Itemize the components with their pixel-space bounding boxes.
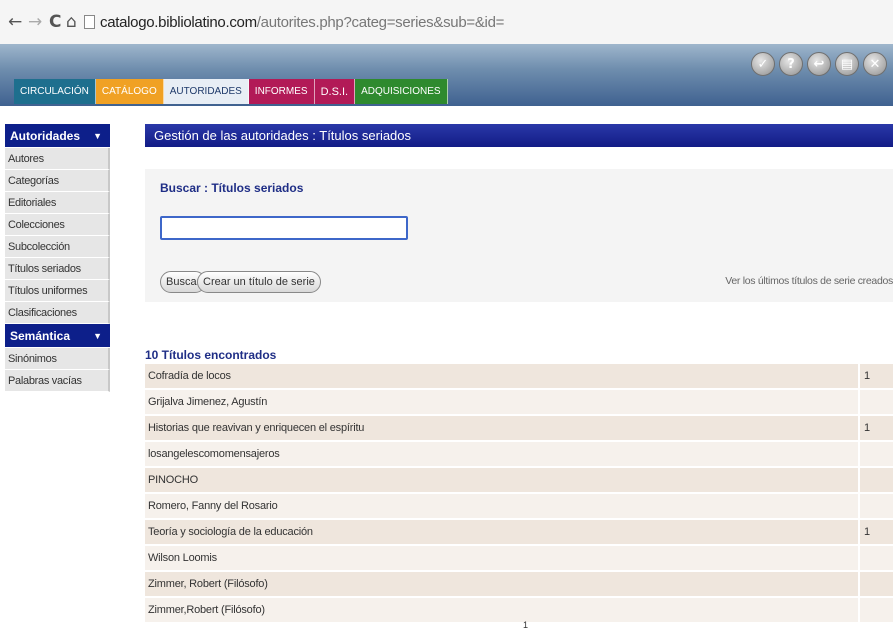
crear-titulo-serie-button[interactable]: Crear un título de serie (197, 271, 321, 293)
sidebar-section-label: Autoridades (10, 128, 81, 143)
document-icon[interactable]: ▤ (835, 52, 859, 76)
tab-informes[interactable]: Informes (248, 79, 315, 104)
search-panel: Buscar : Títulos seriados Buscar Crear u… (145, 169, 893, 302)
back-icon[interactable]: ↩ (807, 52, 831, 76)
table-row[interactable]: Historias que reavivan y enriquecen el e… (145, 416, 893, 442)
table-row[interactable]: Zimmer,Robert (Filósofo) (145, 598, 893, 624)
tab-adquisiciones[interactable]: Adquisiciones (355, 79, 448, 104)
last-created-link[interactable]: Ver los últimos títulos de serie creados (725, 275, 893, 287)
tab-autoridades[interactable]: Autoridades (163, 79, 249, 104)
sidebar-item-titulos-uniformes[interactable]: Títulos uniformes (5, 280, 110, 302)
result-count (858, 468, 893, 492)
back-arrow-icon[interactable]: ← (8, 12, 22, 32)
sidebar-item-colecciones[interactable]: Colecciones (5, 214, 110, 236)
table-row[interactable]: PINOCHO (145, 468, 893, 494)
tab-dsi[interactable]: D.S.I. (314, 79, 356, 104)
header-icons: ✓ ? ↩ ▤ ✕ (751, 52, 887, 76)
browser-toolbar: ← → C ⌂ catalogo.bibliolatino.com/autori… (0, 0, 893, 45)
tab-catalogo[interactable]: Catálogo (95, 79, 164, 104)
result-count (858, 442, 893, 466)
result-name[interactable]: Historias que reavivan y enriquecen el e… (145, 422, 858, 434)
result-name[interactable]: Zimmer, Robert (Filósofo) (145, 578, 858, 590)
home-icon[interactable]: ⌂ (66, 12, 77, 32)
sidebar-item-clasificaciones[interactable]: Clasificaciones (5, 302, 110, 324)
sidebar-item-categorias[interactable]: Categorías (5, 170, 110, 192)
result-count (858, 598, 893, 622)
search-input[interactable] (160, 216, 408, 240)
result-name[interactable]: Romero, Fanny del Rosario (145, 500, 858, 512)
result-name[interactable]: Cofradía de locos (145, 370, 858, 382)
sidebar-item-editoriales[interactable]: Editoriales (5, 192, 110, 214)
result-count: 1 (858, 364, 893, 388)
result-name[interactable]: PINOCHO (145, 474, 858, 486)
address-bar[interactable]: catalogo.bibliolatino.com/autorites.php?… (100, 14, 504, 31)
result-count: 1 (858, 520, 893, 544)
table-row[interactable]: Grijalva Jimenez, Agustín (145, 390, 893, 416)
chevron-down-icon: ▼ (93, 130, 102, 141)
table-row[interactable]: Cofradía de locos 1 (145, 364, 893, 390)
result-name[interactable]: Teoría y sociología de la educación (145, 526, 858, 538)
result-count (858, 390, 893, 414)
results-count: 10 Títulos encontrados (145, 348, 277, 362)
table-row[interactable]: Wilson Loomis (145, 546, 893, 572)
help-icon[interactable]: ? (779, 52, 803, 76)
sidebar-item-subcoleccion[interactable]: Subcolección (5, 236, 110, 258)
sidebar-item-sinonimos[interactable]: Sinónimos (5, 348, 110, 370)
table-row[interactable]: Teoría y sociología de la educación 1 (145, 520, 893, 546)
url-path: /autorites.php?categ=series&sub=&id= (256, 14, 505, 31)
sidebar-item-palabras-vacias[interactable]: Palabras vacías (5, 370, 110, 392)
check-icon[interactable]: ✓ (751, 52, 775, 76)
main-content: Gestión de las autoridades : Títulos ser… (145, 124, 893, 624)
close-icon[interactable]: ✕ (863, 52, 887, 76)
forward-arrow-icon[interactable]: → (28, 12, 42, 32)
chevron-down-icon: ▼ (93, 330, 102, 341)
app-header: Circulación Catálogo Autoridades Informe… (0, 44, 893, 106)
table-row[interactable]: Zimmer, Robert (Filósofo) (145, 572, 893, 598)
result-name[interactable]: Wilson Loomis (145, 552, 858, 564)
tab-circulacion[interactable]: Circulación (14, 79, 96, 104)
result-name[interactable]: Zimmer,Robert (Filósofo) (145, 604, 858, 616)
page-title: Gestión de las autoridades : Títulos ser… (145, 124, 893, 147)
table-row[interactable]: losangelescomomensajeros (145, 442, 893, 468)
result-count (858, 546, 893, 570)
sidebar-section-autoridades[interactable]: Autoridades ▼ (5, 124, 110, 148)
sidebar-section-semantica[interactable]: Semántica ▼ (5, 324, 110, 348)
reload-icon[interactable]: C (49, 12, 61, 32)
sidebar-item-titulos-seriados[interactable]: Títulos seriados (5, 258, 110, 280)
sidebar-item-autores[interactable]: Autores (5, 148, 110, 170)
result-count (858, 494, 893, 518)
result-name[interactable]: losangelescomomensajeros (145, 448, 858, 460)
url-domain: catalogo.bibliolatino.com (100, 14, 257, 31)
page-icon (84, 15, 95, 29)
result-count: 1 (858, 416, 893, 440)
main-tabs: Circulación Catálogo Autoridades Informe… (14, 79, 448, 104)
results-table: Cofradía de locos 1 Grijalva Jimenez, Agu… (145, 364, 893, 624)
table-row[interactable]: Romero, Fanny del Rosario (145, 494, 893, 520)
sidebar: Autoridades ▼ Autores Categorías Editori… (5, 124, 110, 392)
result-count (858, 572, 893, 596)
result-name[interactable]: Grijalva Jimenez, Agustín (145, 396, 858, 408)
sidebar-section-label: Semántica (10, 328, 71, 343)
search-title: Buscar : Títulos seriados (160, 181, 304, 195)
